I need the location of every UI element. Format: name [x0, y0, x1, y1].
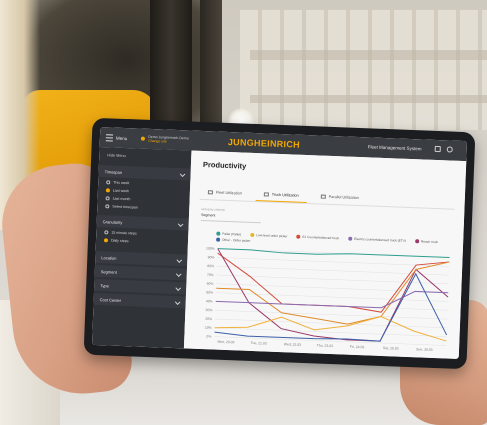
gridline	[214, 327, 447, 337]
group-by-label: Group by criterion	[201, 206, 226, 212]
hide-menu-button[interactable]: Hide Menu	[107, 153, 126, 158]
gridline	[216, 292, 448, 302]
sidebar-section-type[interactable]: Type	[94, 278, 187, 295]
option-daily[interactable]: Daily steps	[103, 238, 129, 243]
chevron-icon	[175, 271, 182, 277]
legend-swatch	[414, 239, 420, 244]
y-tick-label: 40%	[206, 299, 213, 303]
x-tick-label: Tue, 21.03	[251, 341, 267, 346]
series-line-3[interactable]	[215, 253, 450, 328]
warehouse-shelving	[240, 10, 487, 130]
option-last-week[interactable]: Last week	[105, 188, 129, 193]
y-tick-label: 70%	[207, 273, 214, 277]
legend-label: Other - Order picker	[222, 237, 251, 243]
radio-icon	[103, 238, 109, 243]
shelf-beam	[250, 50, 487, 60]
sidebar-section-segment[interactable]: Segment	[94, 264, 187, 281]
legend-label: Reach truck	[420, 239, 439, 245]
chevron-icon	[177, 221, 184, 228]
series-line-2[interactable]	[214, 248, 449, 344]
legend-item[interactable]: Low-level order picker	[250, 232, 288, 239]
tab-truck-utilization[interactable]: Truck Utilization	[255, 187, 307, 204]
gridline	[215, 309, 448, 320]
tab-parallel-utilization[interactable]: Parallel Utilization	[312, 189, 367, 205]
parallel-icon	[320, 194, 326, 199]
menu-label: Menu	[115, 135, 128, 141]
y-tick-label: 30%	[206, 308, 213, 312]
legend-label: EJ Counterbalanced truck	[302, 234, 340, 241]
y-tick-label: 20%	[205, 317, 212, 321]
group-by-select[interactable]: Group by criterion Segment	[200, 207, 262, 224]
legend-item[interactable]: Other - Order picker	[216, 237, 251, 243]
y-tick-label: 90%	[208, 255, 215, 259]
legend-swatch	[296, 234, 301, 239]
legend-label: Low-level order picker	[256, 233, 288, 239]
y-tick-label: 100%	[206, 246, 215, 250]
chevron-icon	[174, 299, 181, 305]
shelf-beam	[250, 95, 487, 103]
x-tick-label: Mon, 20.03	[217, 340, 234, 345]
notifications-icon[interactable]	[434, 145, 441, 153]
x-tick-label: Sat, 25.03	[383, 346, 399, 351]
x-tick-label: Fri, 24.03	[350, 345, 365, 350]
sidebar-section-location[interactable]: Location	[95, 250, 188, 267]
y-tick-label: 0%	[206, 334, 211, 338]
group-by-value: Segment	[200, 212, 216, 218]
series-line-0[interactable]	[217, 248, 450, 260]
option-this-week[interactable]: This week	[106, 180, 129, 185]
user-icon[interactable]	[446, 146, 453, 153]
sidebar-section-cost-center[interactable]: Cost Center	[93, 292, 186, 309]
legend-swatch	[216, 237, 221, 242]
gridline	[216, 274, 449, 285]
chart-icon	[263, 191, 269, 197]
tablet-device: Menu Demo Jungheinrich Demo Change site …	[83, 117, 476, 370]
option-select-timespan[interactable]: Select timespan	[105, 204, 138, 210]
hamburger-icon	[105, 133, 114, 142]
radio-icon	[105, 188, 110, 193]
y-tick-label: 10%	[205, 326, 212, 330]
y-tick-label: 60%	[207, 282, 214, 286]
option-15-minute[interactable]: 15 minute steps	[104, 230, 137, 236]
radio-icon	[104, 230, 109, 235]
chevron-icon	[179, 171, 186, 178]
legend-item[interactable]: EJ Counterbalanced truck	[296, 234, 340, 241]
legend-item[interactable]: Electric counterbalanced truck (ETV)	[348, 236, 407, 243]
utilization-line-chart: 100% 90% 80% 70% 60% 50% 40% 30% 20% 10% 0% Mon, 20…	[205, 246, 450, 352]
legend-item[interactable]: Pallet (Pallet)	[216, 231, 242, 237]
legend-label: Electric counterbalanced truck (ETV)	[354, 236, 407, 243]
y-tick-label: 50%	[206, 290, 213, 294]
menu-button[interactable]: Menu	[105, 133, 128, 142]
sidebar: Hide Menu Timespan This week Last week L…	[91, 147, 192, 349]
tablet-screen: Menu Demo Jungheinrich Demo Change site …	[91, 127, 468, 359]
list-icon	[207, 190, 213, 195]
sidebar-section-timespan[interactable]: Timespan	[98, 165, 191, 181]
option-last-month[interactable]: Last month	[105, 196, 130, 201]
tab-bar: Fleet Utilization Truck Utilization Para…	[199, 184, 456, 210]
site-selector[interactable]: Demo Jungheinrich Demo Change site	[141, 135, 189, 145]
legend-swatch	[348, 236, 353, 241]
legend-item[interactable]: Reach truck	[414, 239, 439, 245]
tab-fleet-utilization[interactable]: Fleet Utilization	[200, 185, 250, 201]
location-icon	[141, 136, 146, 141]
chevron-icon	[176, 257, 183, 263]
legend-swatch	[216, 231, 221, 236]
main-panel: Productivity Fleet Utilization Truck Uti…	[183, 150, 467, 359]
radio-icon	[105, 204, 110, 209]
legend-label: Pallet (Pallet)	[222, 231, 242, 237]
x-tick-label: Thu, 23.03	[317, 344, 333, 349]
sidebar-section-granularity[interactable]: Granularity	[96, 214, 189, 231]
gridline	[217, 257, 450, 267]
page-title: Productivity	[202, 160, 247, 171]
legend-swatch	[250, 232, 255, 238]
x-tick-label: Wed, 22.03	[284, 342, 302, 347]
y-tick-label: 80%	[207, 264, 214, 268]
chevron-icon	[175, 285, 182, 291]
radio-icon	[106, 180, 111, 185]
x-tick-label: Sun, 26.03	[416, 347, 433, 352]
radio-icon	[105, 196, 110, 201]
